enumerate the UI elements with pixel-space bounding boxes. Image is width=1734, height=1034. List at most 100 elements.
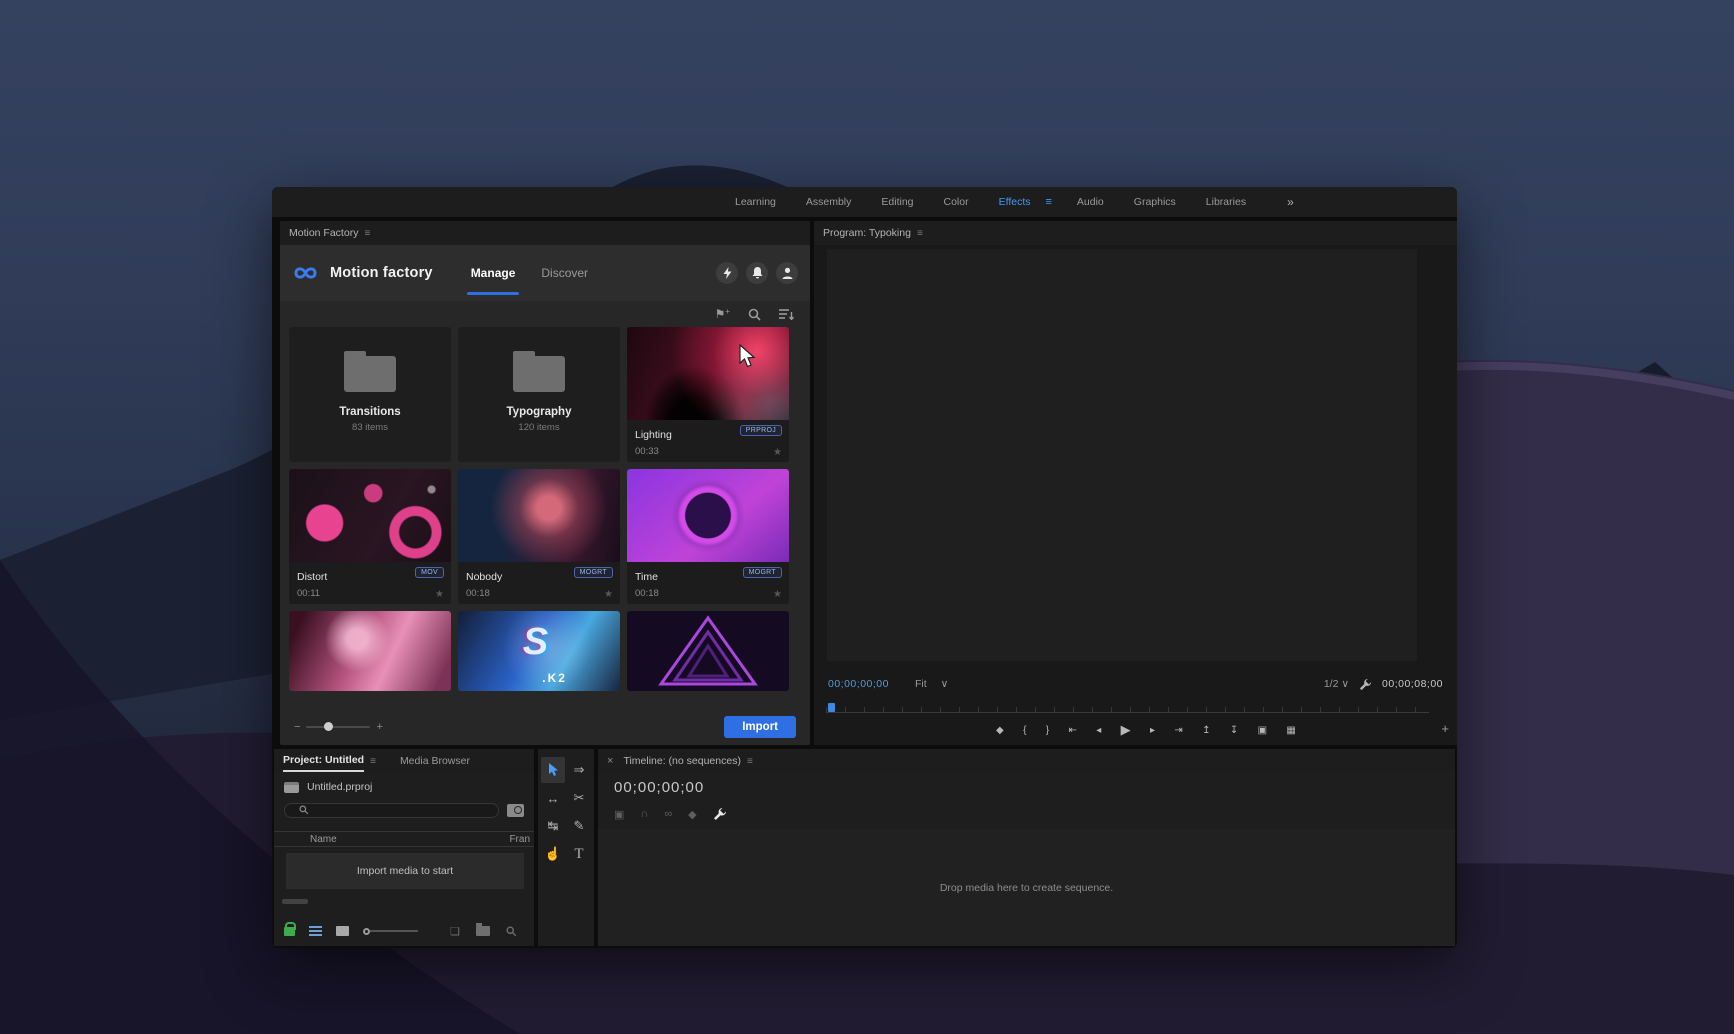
favorite-star-icon[interactable]: ★ [604,589,613,600]
project-writable-lock-icon[interactable] [284,927,295,936]
asset-card-row3-1[interactable] [289,611,451,691]
add-marker-button[interactable]: ◆ [996,725,1004,736]
new-bin-button[interactable] [476,926,490,936]
account-button[interactable] [776,262,798,284]
panel-menu-icon[interactable]: ≡ [747,756,753,767]
asset-card-lighting[interactable]: Lighting PRPROJ 00:33 ★ [627,327,789,462]
slip-tool[interactable]: ↹ [541,813,565,839]
timeline-settings-wrench-icon[interactable] [713,807,727,821]
panel-menu-icon[interactable]: ≡ [370,756,376,767]
go-to-out-button[interactable]: ⇥ [1174,725,1182,736]
favorite-star-icon[interactable]: ★ [773,447,782,458]
playback-resolution-select[interactable]: 1/2 ∨ [1324,678,1349,690]
workspace-overflow-icon[interactable]: » [1261,195,1294,209]
workspace-tab-color[interactable]: Color [929,196,984,208]
list-view-button[interactable] [309,926,322,936]
type-tool[interactable]: T [567,841,591,867]
flag-add-icon[interactable]: ⚑+ [715,307,730,321]
favorite-star-icon[interactable]: ★ [773,589,782,600]
slider-knob[interactable] [363,928,370,935]
razor-tool[interactable]: ✂ [567,785,591,811]
premiere-window: Learning Assembly Editing Color Effects … [272,187,1457,948]
zoom-level-select[interactable]: Fit∨ [915,678,948,690]
comparison-view-button[interactable]: ▦ [1286,725,1295,736]
icon-view-button[interactable] [336,926,349,936]
import-button[interactable]: Import [724,716,796,738]
pen-tool[interactable]: ✎ [567,813,591,839]
project-search-input[interactable] [284,803,499,818]
find-in-bin-button[interactable] [507,804,524,817]
slider-knob[interactable] [324,722,333,731]
timeline-tab[interactable]: Timeline: (no sequences) [623,755,741,767]
folder-card-transitions[interactable]: Transitions 83 items [289,327,451,462]
automate-to-sequence-button[interactable]: ❏ [450,925,460,938]
close-icon[interactable]: × [607,755,613,767]
program-seekbar[interactable] [826,701,1429,713]
workspace-menu-icon[interactable]: ≡ [1046,196,1062,208]
zoom-out-icon[interactable]: − [294,721,300,733]
thumbnail-glitch: S .K2 [458,611,620,691]
workspace-tab-editing[interactable]: Editing [866,196,928,208]
snap-icon[interactable]: ∩ [640,808,648,820]
sort-icon[interactable] [779,308,794,320]
project-tab[interactable]: Project: Untitled [283,754,364,768]
motion-factory-tab[interactable]: Motion Factory [289,227,358,239]
workspace-tab-graphics[interactable]: Graphics [1119,196,1191,208]
mark-in-button[interactable]: { [1023,725,1026,736]
go-to-in-button[interactable]: ⇤ [1068,725,1076,736]
timeline-timecode[interactable]: 00;00;00;00 [614,779,704,796]
export-frame-button[interactable]: ▣ [1258,725,1267,736]
folder-card-typography[interactable]: Typography 120 items [458,327,620,462]
notifications-button[interactable] [746,262,768,284]
find-button[interactable] [506,926,517,937]
extract-button[interactable]: ↧ [1230,725,1238,736]
favorite-star-icon[interactable]: ★ [435,589,444,600]
playhead-marker[interactable] [828,703,835,712]
workspace-tab-learning[interactable]: Learning [720,196,791,208]
thumbnail-zoom-slider[interactable]: − + [294,721,383,733]
column-frame-rate[interactable]: Fran [509,834,530,845]
program-tab[interactable]: Program: Typoking [823,227,911,239]
ripple-edit-tool[interactable]: ↔ [541,785,565,811]
tab-manage[interactable]: Manage [471,245,516,301]
workspace-tab-assembly[interactable]: Assembly [791,196,867,208]
horizontal-scrollbar[interactable] [282,899,308,904]
project-file-row[interactable]: Untitled.prproj [284,781,372,793]
play-button[interactable]: ▶ [1121,722,1131,738]
asset-card-distort[interactable]: Distort MOV 00:11 ★ [289,469,451,604]
transport-controls: ◆ { } ⇤ ◂ ▶ ▸ ⇥ ↥ ↧ ▣ ▦ [996,717,1296,743]
zoom-in-icon[interactable]: + [376,721,382,733]
current-timecode[interactable]: 00;00;00;00 [828,678,889,690]
project-empty-state[interactable]: Import media to start [286,853,524,889]
button-editor-plus[interactable]: + [1441,721,1449,736]
lightning-button[interactable] [716,262,738,284]
panel-menu-icon[interactable]: ≡ [917,228,923,239]
nest-sequences-icon[interactable]: ▣ [614,808,624,821]
asset-name: Nobody [466,571,502,583]
media-browser-tab[interactable]: Media Browser [400,755,470,767]
workspace-tab-audio[interactable]: Audio [1062,196,1119,208]
lift-button[interactable]: ↥ [1202,725,1210,736]
user-icon [782,267,793,279]
step-back-button[interactable]: ◂ [1096,725,1101,736]
project-zoom-slider[interactable] [363,928,418,935]
workspace-tab-effects[interactable]: Effects [984,196,1046,208]
asset-card-time[interactable]: Time MOGRT 00:18 ★ [627,469,789,604]
step-forward-button[interactable]: ▸ [1150,725,1155,736]
settings-wrench-icon[interactable] [1359,678,1372,691]
selection-tool[interactable] [541,757,565,783]
hand-tool[interactable]: ☝ [541,841,565,867]
column-name[interactable]: Name [310,834,337,845]
search-icon[interactable] [748,308,761,321]
asset-card-nobody[interactable]: Nobody MOGRT 00:18 ★ [458,469,620,604]
timeline-drop-zone[interactable]: Drop media here to create sequence. [598,829,1455,946]
mark-out-button[interactable]: } [1046,725,1049,736]
asset-card-row3-3[interactable] [627,611,789,691]
panel-menu-icon[interactable]: ≡ [364,228,370,239]
track-select-forward-tool[interactable]: ⇒ [567,757,591,783]
tab-discover[interactable]: Discover [541,245,588,301]
workspace-tab-libraries[interactable]: Libraries [1191,196,1261,208]
marker-icon[interactable]: ◆ [688,808,696,821]
asset-card-row3-2[interactable]: S .K2 [458,611,620,691]
linked-selection-icon[interactable]: ∞ [664,808,672,820]
